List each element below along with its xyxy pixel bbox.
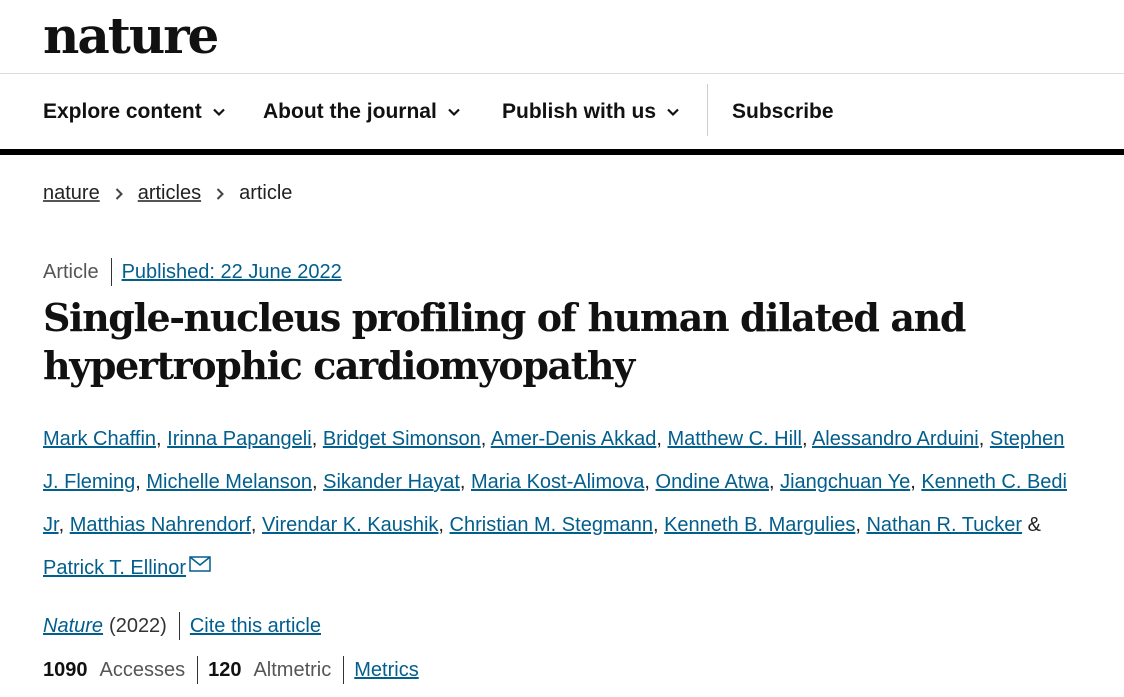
author-separator: , — [135, 471, 147, 493]
author-separator: , — [652, 514, 665, 536]
author-link[interactable]: Alessandro Arduini — [812, 428, 979, 450]
author-link[interactable]: Ondine Atwa — [656, 471, 769, 493]
email-icon[interactable] — [189, 556, 211, 572]
author-link[interactable]: Jiangchuan Ye — [780, 471, 910, 493]
altmetric-label: Altmetric — [253, 658, 332, 681]
author-separator: , — [656, 428, 668, 450]
article-title: Single-nucleus profiling of human dilate… — [43, 295, 966, 388]
breadcrumb-current: article — [239, 182, 293, 204]
author-separator: , — [250, 514, 263, 536]
chevron-right-icon — [115, 187, 123, 200]
chevron-down-icon — [448, 108, 460, 116]
chevron-right-icon — [216, 187, 224, 200]
author-separator: , — [58, 514, 70, 536]
article-meta: Article Published: 22 June 2022 — [43, 258, 342, 286]
main-nav: Explore content About the journal Publis… — [0, 74, 1124, 155]
metrics-divider — [197, 656, 199, 684]
nav-divider — [707, 84, 708, 136]
metrics-link[interactable]: Metrics — [354, 659, 418, 682]
nav-about-the-journal-label: About the journal — [263, 99, 437, 123]
nav-explore-content[interactable]: Explore content — [43, 74, 226, 149]
breadcrumb-articles[interactable]: articles — [138, 182, 201, 205]
chevron-down-icon — [667, 108, 679, 116]
altmetric-count: 120 — [208, 658, 242, 681]
author-separator: & — [1022, 514, 1041, 536]
author-link[interactable]: Sikander Hayat — [323, 471, 460, 493]
author-separator: , — [480, 428, 491, 450]
subscribe-label: Subscribe — [732, 99, 834, 123]
author-separator: , — [156, 428, 168, 450]
publication-year: (2022) — [109, 614, 167, 637]
author-separator: , — [978, 428, 990, 450]
header-logo-bar: nature — [0, 0, 1124, 74]
breadcrumb: nature articles article — [43, 182, 292, 205]
author-separator: , — [768, 471, 781, 493]
author-separator: , — [910, 471, 922, 493]
metrics-divider — [343, 656, 345, 684]
meta-divider — [110, 258, 112, 286]
nav-about-the-journal[interactable]: About the journal — [263, 74, 461, 149]
nav-explore-content-label: Explore content — [43, 99, 202, 123]
author-link[interactable]: Kenneth B. Margulies — [664, 514, 855, 536]
author-link[interactable]: Christian M. Stegmann — [450, 514, 653, 536]
cite-this-article-link[interactable]: Cite this article — [190, 615, 321, 638]
author-link[interactable]: Michelle Melanson — [146, 471, 312, 493]
article-type: Article — [43, 260, 99, 283]
nature-logo[interactable]: nature — [43, 4, 219, 68]
author-link[interactable]: Patrick T. Ellinor — [43, 557, 186, 579]
author-link[interactable]: Matthias Nahrendorf — [70, 514, 251, 536]
chevron-down-icon — [212, 108, 225, 116]
author-separator: , — [312, 471, 324, 493]
author-link[interactable]: Virendar K. Kaushik — [262, 514, 438, 536]
author-link[interactable]: Nathan R. Tucker — [866, 514, 1022, 536]
journal-link[interactable]: Nature — [43, 615, 103, 638]
subscribe-link[interactable]: Subscribe — [732, 74, 834, 149]
nav-publish-with-us-label: Publish with us — [502, 99, 657, 123]
author-list: Mark Chaffin, Irinna Papangeli, Bridget … — [43, 418, 1083, 590]
author-link[interactable]: Irinna Papangeli — [167, 428, 312, 450]
author-separator: , — [438, 514, 450, 536]
author-separator: , — [801, 428, 812, 450]
citation-line: Nature (2022) Cite this article — [43, 612, 321, 640]
author-separator: , — [644, 471, 656, 493]
author-separator: , — [459, 471, 472, 493]
metrics-bar: 1090 Accesses 120 Altmetric Metrics — [43, 656, 419, 684]
published-date-link[interactable]: Published: 22 June 2022 — [122, 261, 342, 284]
accesses-count: 1090 — [43, 658, 88, 681]
breadcrumb-nature[interactable]: nature — [43, 182, 100, 205]
author-link[interactable]: Maria Kost-Alimova — [471, 471, 644, 493]
author-link[interactable]: Matthew C. Hill — [667, 428, 801, 450]
author-separator: , — [855, 514, 867, 536]
author-link[interactable]: Bridget Simonson — [323, 428, 481, 450]
citation-divider — [178, 612, 180, 640]
author-link[interactable]: Amer-Denis Akkad — [491, 428, 657, 450]
accesses-label: Accesses — [99, 658, 186, 681]
author-link[interactable]: Mark Chaffin — [43, 428, 156, 450]
nav-publish-with-us[interactable]: Publish with us — [502, 74, 680, 149]
author-separator: , — [311, 428, 323, 450]
